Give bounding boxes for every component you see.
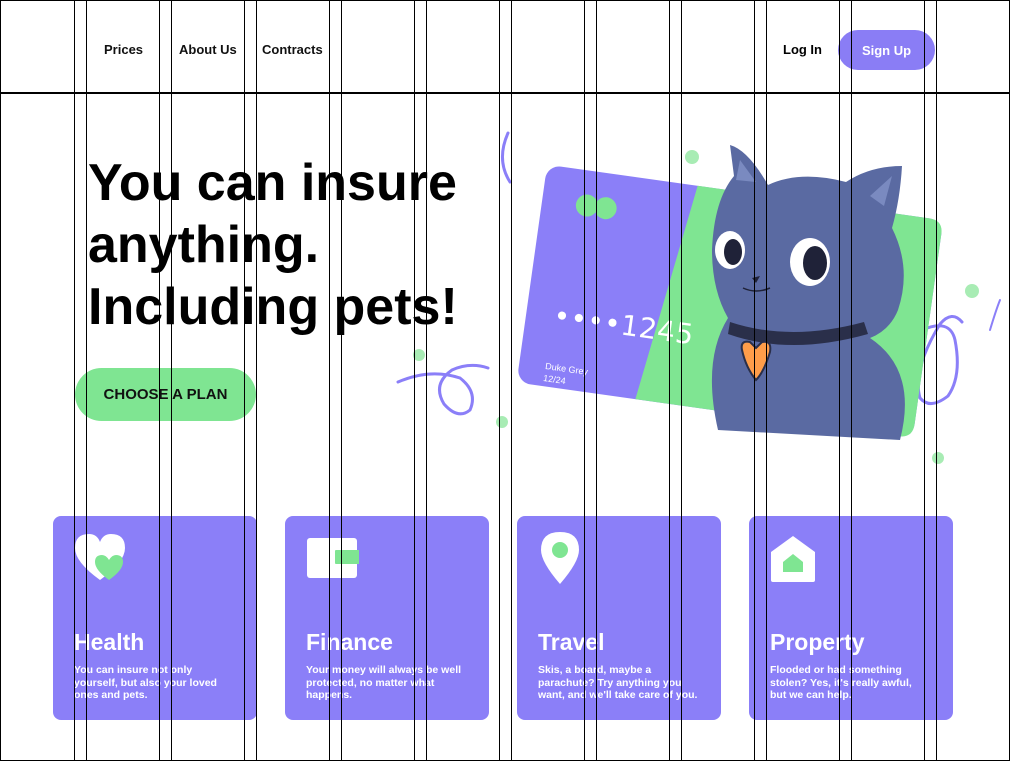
guide-line <box>426 0 427 761</box>
category-card-health[interactable]: Health You can insure not only yourself,… <box>53 516 257 720</box>
guide-line <box>924 0 925 761</box>
guide-line <box>669 0 670 761</box>
home-icon <box>771 536 815 582</box>
guide-line <box>244 0 245 761</box>
category-title: Finance <box>306 629 393 655</box>
guide-line <box>499 0 500 761</box>
guide-line <box>159 0 160 761</box>
choose-plan-button[interactable]: CHOOSE A PLAN <box>75 368 256 421</box>
guide-line <box>86 0 87 761</box>
category-title: Travel <box>538 629 605 655</box>
guide-line <box>936 0 937 761</box>
category-title: Health <box>74 629 145 655</box>
guide-line <box>414 0 415 761</box>
login-link[interactable]: Log In <box>783 42 822 57</box>
guide-line <box>766 0 767 761</box>
category-description: Skis, a board, maybe a parachute? Try an… <box>538 664 698 701</box>
guide-line <box>839 0 840 761</box>
guide-line <box>171 0 172 761</box>
pet-insurance-card-illustration <box>396 131 1001 464</box>
guide-line <box>74 0 75 761</box>
guide-line <box>851 0 852 761</box>
guide-line <box>681 0 682 761</box>
guide-line <box>256 0 257 761</box>
location-pin-icon <box>541 532 579 584</box>
guide-line <box>341 0 342 761</box>
nav-link-contracts[interactable]: Contracts <box>262 42 323 57</box>
category-description: You can insure not only yourself, but al… <box>74 664 217 701</box>
guide-line <box>754 0 755 761</box>
category-card-travel[interactable]: Travel Skis, a board, maybe a parachute?… <box>517 516 721 720</box>
nav-link-about-us[interactable]: About Us <box>179 42 237 57</box>
category-description: Your money will always be well protected… <box>306 664 462 701</box>
guide-line <box>584 0 585 761</box>
nav-link-prices[interactable]: Prices <box>104 42 143 57</box>
category-card-finance[interactable]: Finance Your money will always be well p… <box>285 516 489 720</box>
category-description: Flooded or had something stolen? Yes, it… <box>770 664 912 701</box>
guide-line <box>329 0 330 761</box>
guide-line <box>511 0 512 761</box>
signup-button[interactable]: Sign Up <box>838 30 935 70</box>
heart-icon <box>75 534 125 580</box>
guide-line <box>596 0 597 761</box>
wallet-icon <box>307 538 359 578</box>
top-navigation: Prices About Us Contracts Log In Sign Up <box>0 0 1010 94</box>
